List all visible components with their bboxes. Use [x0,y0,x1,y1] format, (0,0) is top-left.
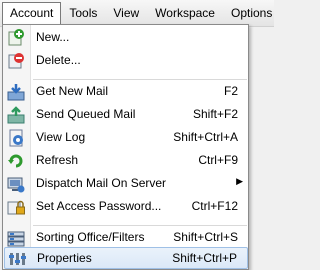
properties-icon [9,253,26,265]
menu-item-label: View Log [36,130,86,144]
menu-item-dispatch-mail-on-server[interactable]: Dispatch Mail On Server ▶ [4,173,248,195]
menu-item-new[interactable]: New... [4,27,248,49]
shortcut-label: Ctrl+F12 [191,199,238,213]
shortcut-label: F2 [223,84,238,98]
delete-icon [8,53,24,69]
refresh-icon [8,154,23,168]
menu-item-view-log[interactable]: View Log Shift+Ctrl+A [4,127,248,149]
menu-item-refresh[interactable]: Refresh Ctrl+F9 [4,150,248,172]
shortcut-label: Shift+Ctrl+P [172,251,237,265]
menu-separator [33,79,247,80]
menu-item-properties[interactable]: Properties Shift+Ctrl+P [4,247,248,269]
submenu-arrow-icon: ▶ [236,176,243,186]
menu-item-sorting-office-filters[interactable]: Sorting Office/Filters Shift+Ctrl+S [4,227,248,249]
menu-item-set-access-password[interactable]: Set Access Password... Ctrl+F12 [4,196,248,218]
menu-bar: Account Tools View Workspace Options [0,0,274,27]
menu-item-label: Dispatch Mail On Server [36,176,167,190]
menu-item-send-queued-mail[interactable]: Send Queued Mail Shift+F2 [4,104,248,126]
account-dropdown-menu: New... Delete... Get New Mail F2 Send Qu… [2,24,249,270]
filter-icon [7,231,25,247]
menu-separator [33,225,247,226]
shortcut-label: Ctrl+F9 [198,153,238,167]
menu-item-label: New... [36,30,70,44]
menu-item-label: Delete... [36,53,81,67]
menu-item-label: Get New Mail [36,84,109,98]
menu-tools[interactable]: Tools [61,2,105,24]
menu-item-label: Properties [37,251,92,265]
menu-item-label: Send Queued Mail [36,107,136,121]
send-mail-icon [7,106,25,124]
menu-item-label: Sorting Office/Filters [36,230,145,244]
lock-icon [7,200,25,215]
menu-view[interactable]: View [105,2,147,24]
menu-item-delete[interactable]: Delete... [4,50,248,72]
menu-item-label: Refresh [36,153,79,167]
get-mail-icon [7,84,25,101]
menu-options[interactable]: Options [223,2,280,24]
menu-item-label: Set Access Password... [36,199,162,213]
menu-item-get-new-mail[interactable]: Get New Mail F2 [4,81,248,103]
log-icon [9,129,23,147]
dispatch-icon [7,177,25,193]
shortcut-label: Shift+Ctrl+A [173,130,238,144]
shortcut-label: Shift+Ctrl+S [173,230,238,244]
shortcut-label: Shift+F2 [192,107,238,121]
menu-workspace[interactable]: Workspace [147,2,223,24]
add-icon [8,29,24,46]
